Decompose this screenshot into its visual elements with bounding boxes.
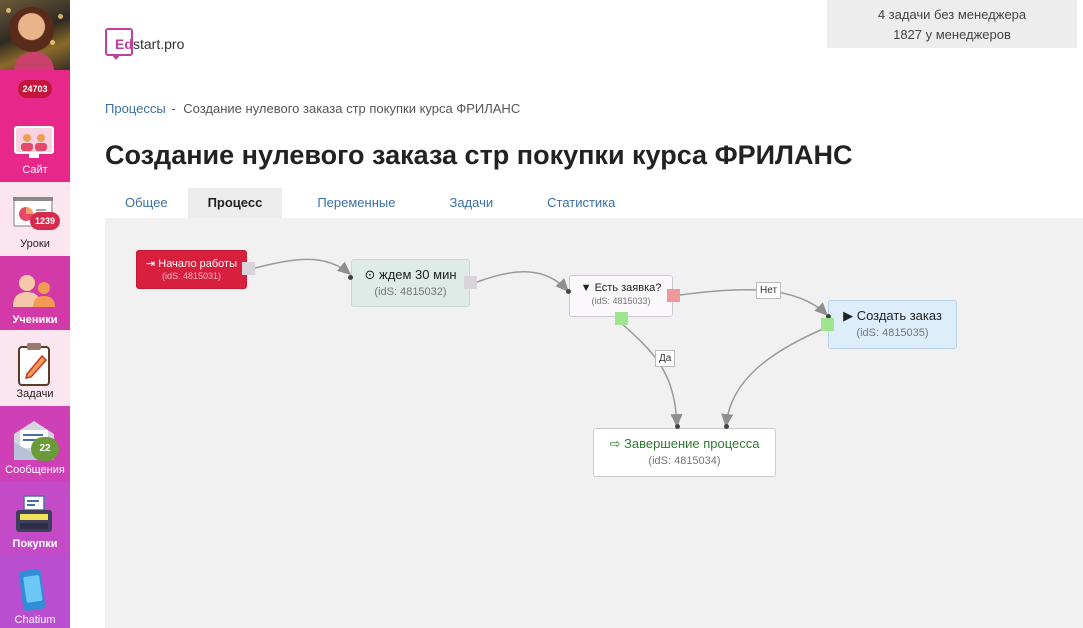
node-start-ids: (idS: 4815031) xyxy=(161,271,222,281)
avatar-bokeh xyxy=(58,14,63,19)
node-start[interactable]: ⇥ Начало работы (idS: 4815031) xyxy=(136,250,247,289)
sidebar-item-label: Уроки xyxy=(20,238,50,250)
node-finish-ids: (idS: 4815034) xyxy=(648,455,721,467)
avatar-bokeh xyxy=(6,8,11,13)
tabs: Общее Процесс Переменные Задачи Статисти… xyxy=(105,188,642,218)
node-check-title: ▼ Есть заявка? xyxy=(580,282,662,294)
tab-process[interactable]: Процесс xyxy=(187,188,283,218)
edge-create-finish xyxy=(721,325,831,428)
node-check-ids: (idS: 4815033) xyxy=(591,296,651,306)
purchases-icon xyxy=(16,495,52,532)
port-check-in[interactable] xyxy=(566,289,571,294)
process-canvas[interactable]: ⇥ Начало работы (idS: 4815031) ⊙ ждем 30… xyxy=(105,218,1083,628)
filter-icon: ▼ xyxy=(580,282,592,294)
sidebar-item-label: Сайт xyxy=(22,164,48,176)
sidebar-item-students[interactable]: Ученики xyxy=(0,256,70,330)
edge-check-create xyxy=(679,289,829,317)
sidebar-item-chatium[interactable]: Chatium xyxy=(0,556,70,628)
node-wait-title: ⊙ ждем 30 мин xyxy=(364,267,457,282)
node-create-ids: (idS: 4815035) xyxy=(856,327,929,339)
port-wait-out[interactable] xyxy=(464,276,477,289)
port-finish-in-yes[interactable] xyxy=(675,424,680,429)
sidebar-item-purchases[interactable]: Покупки xyxy=(0,482,70,556)
node-start-title: ⇥ Начало работы xyxy=(145,258,238,270)
sidebar-item-messages[interactable]: 22 Сообщения xyxy=(0,406,70,482)
port-start-out[interactable] xyxy=(242,262,255,275)
logo-ed: Ed xyxy=(115,36,133,52)
avatar[interactable] xyxy=(0,0,70,70)
sidebar: 24703 Сайт 1239 Уроки Ученики Задачи 22 … xyxy=(0,0,70,628)
edge-check-finish xyxy=(620,322,683,428)
assigned-tasks-count: 1827 у менеджеров xyxy=(893,27,1011,42)
sign-in-icon: ⇥ xyxy=(145,258,156,270)
node-finish-title: ⇨ Завершение процесса xyxy=(609,436,760,451)
unassigned-tasks-count: 4 задачи без менеджера xyxy=(877,7,1027,22)
sidebar-item-label: Chatium xyxy=(14,614,56,626)
clock-icon: ⊙ xyxy=(364,267,376,282)
port-check-no[interactable] xyxy=(667,289,680,302)
edge-label-yes: Да xyxy=(655,350,676,367)
site-icon xyxy=(14,126,54,158)
sign-out-icon: ⇨ xyxy=(609,436,621,451)
port-create-out[interactable] xyxy=(821,318,834,331)
messages-badge: 22 xyxy=(31,437,59,461)
tab-statistics[interactable]: Статистика xyxy=(520,188,642,218)
lessons-badge: 1239 xyxy=(30,212,60,230)
node-create[interactable]: ▶ Создать заказ (idS: 4815035) xyxy=(828,300,957,349)
logo-text: start.pro xyxy=(133,36,185,52)
breadcrumb-separator: - xyxy=(171,101,176,116)
port-check-yes[interactable] xyxy=(615,312,628,325)
sidebar-item-site[interactable]: Сайт xyxy=(0,108,70,182)
breadcrumb-current: Создание нулевого заказа стр покупки кур… xyxy=(183,101,521,116)
sidebar-item-label: Сообщения xyxy=(5,464,65,476)
play-icon: ▶ xyxy=(843,308,854,323)
avatar-shirt xyxy=(14,52,54,70)
edge-label-no: Нет xyxy=(756,282,782,299)
tab-variables[interactable]: Переменные xyxy=(282,188,422,218)
avatar-bokeh xyxy=(50,40,55,45)
node-wait-ids: (idS: 4815032) xyxy=(374,286,447,298)
sidebar-item-label: Покупки xyxy=(12,538,58,550)
sidebar-item-label: Задачи xyxy=(16,388,54,400)
logo-mark-tail xyxy=(111,54,121,60)
sidebar-item-tasks[interactable]: Задачи xyxy=(0,330,70,406)
breadcrumb: Процессы - Создание нулевого заказа стр … xyxy=(105,101,520,116)
breadcrumb-processes-link[interactable]: Процессы xyxy=(105,101,166,116)
sidebar-item-notifications[interactable]: 24703 xyxy=(0,70,70,108)
students-icon xyxy=(13,275,55,307)
manager-info-panel: 4 задачи без менеджера 1827 у менеджеров xyxy=(827,0,1077,48)
page-title: Создание нулевого заказа стр покупки кур… xyxy=(105,140,853,170)
notifications-badge: 24703 xyxy=(18,80,52,98)
node-create-title: ▶ Создать заказ xyxy=(843,308,942,323)
sidebar-item-lessons[interactable]: 1239 Уроки xyxy=(0,182,70,256)
node-finish[interactable]: ⇨ Завершение процесса (idS: 4815034) xyxy=(593,428,776,477)
node-wait[interactable]: ⊙ ждем 30 мин (idS: 4815032) xyxy=(351,259,470,307)
port-wait-in[interactable] xyxy=(348,275,353,280)
port-finish-in-create[interactable] xyxy=(724,424,729,429)
edge-start-wait xyxy=(254,258,352,275)
chatium-icon xyxy=(18,569,46,611)
tab-tasks[interactable]: Задачи xyxy=(422,188,520,218)
tab-general[interactable]: Общее xyxy=(105,188,188,218)
edge-wait-check xyxy=(476,271,570,293)
tasks-icon xyxy=(18,343,50,386)
sidebar-item-label: Ученики xyxy=(12,314,58,326)
node-check[interactable]: ▼ Есть заявка? (idS: 4815033) xyxy=(569,275,673,317)
